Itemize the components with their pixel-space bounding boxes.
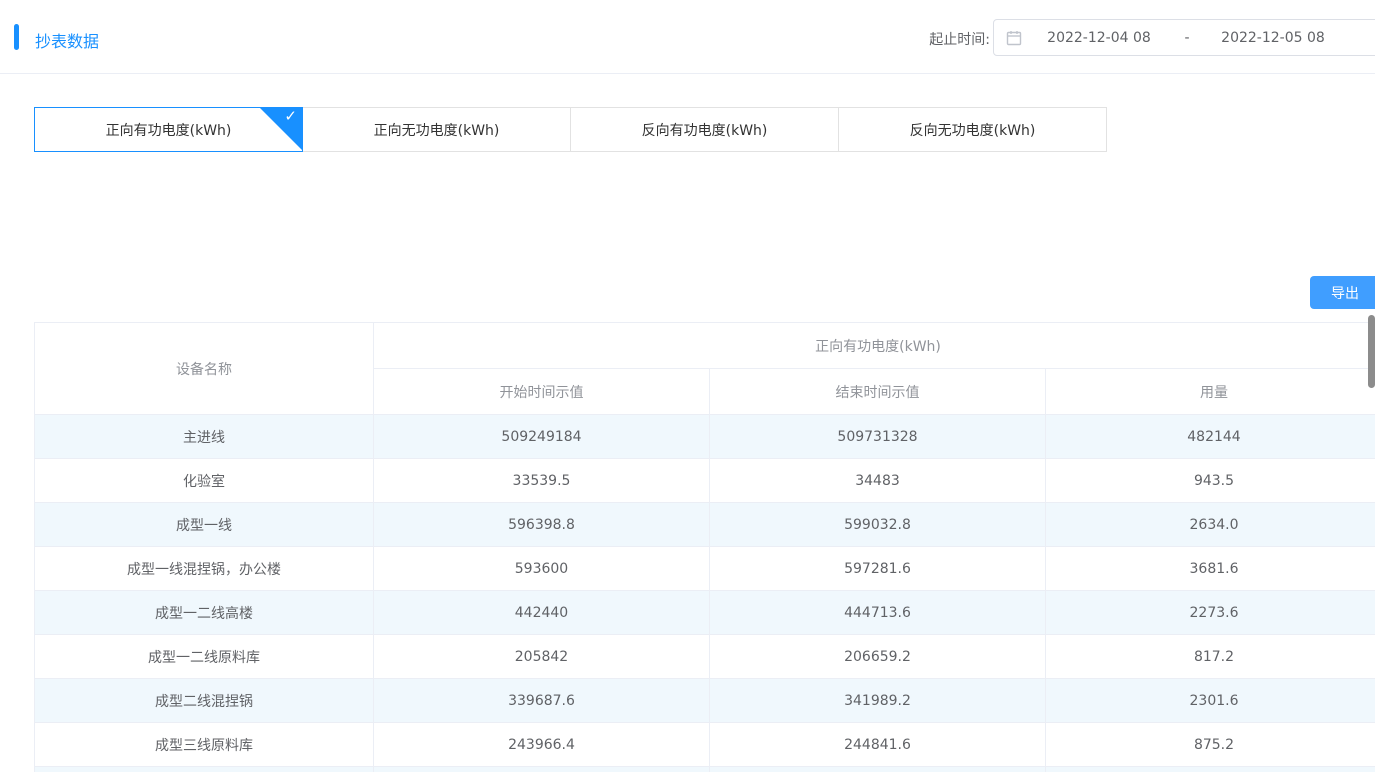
tab-label: 正向有功电度(kWh) — [106, 120, 232, 140]
cell-end-reading: 597281.6 — [710, 547, 1046, 591]
cell-usage: 943.5 — [1046, 459, 1375, 503]
cell-empty — [35, 767, 374, 772]
cell-end-reading: 599032.8 — [710, 503, 1046, 547]
cell-end-reading: 341989.2 — [710, 679, 1046, 723]
table-row: 主进线 509249184 509731328 482144 — [35, 415, 1375, 459]
cell-device-name: 成型一线混捏锅，办公楼 — [35, 547, 374, 591]
cell-device-name: 成型三线原料库 — [35, 723, 374, 767]
cell-device-name: 成型一二线原料库 — [35, 635, 374, 679]
col-header-end-reading: 结束时间示值 — [710, 369, 1046, 415]
tab-label: 反向无功电度(kWh) — [910, 120, 1036, 140]
cell-start-reading: 205842 — [374, 635, 710, 679]
cell-end-reading: 444713.6 — [710, 591, 1046, 635]
cell-usage: 817.2 — [1046, 635, 1375, 679]
date-range-picker[interactable]: 2022-12-04 08 - 2022-12-05 08 — [993, 19, 1375, 56]
table-row: 成型二线混捏锅 339687.6 341989.2 2301.6 — [35, 679, 1375, 723]
cell-device-name: 成型一二线高楼 — [35, 591, 374, 635]
cell-end-reading: 206659.2 — [710, 635, 1046, 679]
table-row: 成型一二线原料库 205842 206659.2 817.2 — [35, 635, 1375, 679]
cell-start-reading: 243966.4 — [374, 723, 710, 767]
tab-reverse-active-energy[interactable]: 反向有功电度(kWh) — [570, 107, 839, 152]
page-title: 抄表数据 — [35, 28, 99, 52]
meter-data-table: 设备名称 正向有功电度(kWh) 开始时间示值 结束时间示值 用量 主进线 50… — [34, 322, 1375, 772]
col-header-device-name: 设备名称 — [35, 323, 374, 415]
header-divider — [0, 73, 1375, 74]
cell-device-name: 成型二线混捏锅 — [35, 679, 374, 723]
cell-start-reading: 509249184 — [374, 415, 710, 459]
export-button[interactable]: 导出 — [1310, 276, 1375, 309]
table-body: 主进线 509249184 509731328 482144 化验室 33539… — [35, 415, 1375, 772]
cell-start-reading: 442440 — [374, 591, 710, 635]
tab-label: 正向无功电度(kWh) — [374, 120, 500, 140]
cell-start-reading: 596398.8 — [374, 503, 710, 547]
cell-usage: 482144 — [1046, 415, 1375, 459]
table-row: 化验室 33539.5 34483 943.5 — [35, 459, 1375, 503]
date-end-value[interactable]: 2022-12-05 08 — [1198, 30, 1348, 46]
calendar-icon — [1006, 30, 1022, 46]
cell-end-reading: 244841.6 — [710, 723, 1046, 767]
meter-reading-page: 抄表数据 起止时间: 2022-12-04 08 - 2022-12-05 08… — [0, 0, 1375, 772]
cell-usage: 2301.6 — [1046, 679, 1375, 723]
table-row: 成型一线 596398.8 599032.8 2634.0 — [35, 503, 1375, 547]
cell-device-name: 主进线 — [35, 415, 374, 459]
table-row: 成型三线原料库 243966.4 244841.6 875.2 — [35, 723, 1375, 767]
check-icon: ✓ — [284, 109, 297, 124]
metric-tabs: 正向有功电度(kWh) ✓ 正向无功电度(kWh) 反向有功电度(kWh) 反向… — [34, 107, 1107, 152]
col-header-usage: 用量 — [1046, 369, 1375, 415]
date-start-value[interactable]: 2022-12-04 08 — [1024, 30, 1174, 46]
date-range-label: 起止时间: — [898, 29, 990, 49]
cell-usage: 2273.6 — [1046, 591, 1375, 635]
cell-end-reading: 34483 — [710, 459, 1046, 503]
table-row: 成型一线混捏锅，办公楼 593600 597281.6 3681.6 — [35, 547, 1375, 591]
cell-start-reading: 33539.5 — [374, 459, 710, 503]
tab-reverse-reactive-energy[interactable]: 反向无功电度(kWh) — [838, 107, 1107, 152]
table-row-partial — [35, 767, 1375, 772]
col-header-start-reading: 开始时间示值 — [374, 369, 710, 415]
title-accent-bar — [14, 24, 19, 50]
cell-empty — [374, 767, 710, 772]
group-header-metric: 正向有功电度(kWh) — [374, 323, 1375, 369]
cell-start-reading: 593600 — [374, 547, 710, 591]
cell-start-reading: 339687.6 — [374, 679, 710, 723]
tab-label: 反向有功电度(kWh) — [642, 120, 768, 140]
cell-usage: 2634.0 — [1046, 503, 1375, 547]
cell-usage: 875.2 — [1046, 723, 1375, 767]
cell-device-name: 成型一线 — [35, 503, 374, 547]
date-separator: - — [1182, 30, 1192, 46]
table-row: 成型一二线高楼 442440 444713.6 2273.6 — [35, 591, 1375, 635]
tab-forward-reactive-energy[interactable]: 正向无功电度(kWh) — [302, 107, 571, 152]
cell-empty — [1046, 767, 1375, 772]
cell-empty — [710, 767, 1046, 772]
cell-usage: 3681.6 — [1046, 547, 1375, 591]
tab-forward-active-energy[interactable]: 正向有功电度(kWh) ✓ — [34, 107, 303, 152]
cell-device-name: 化验室 — [35, 459, 374, 503]
cell-end-reading: 509731328 — [710, 415, 1046, 459]
table-header: 设备名称 正向有功电度(kWh) 开始时间示值 结束时间示值 用量 — [35, 323, 1375, 415]
vertical-scrollbar-thumb[interactable] — [1368, 315, 1375, 388]
